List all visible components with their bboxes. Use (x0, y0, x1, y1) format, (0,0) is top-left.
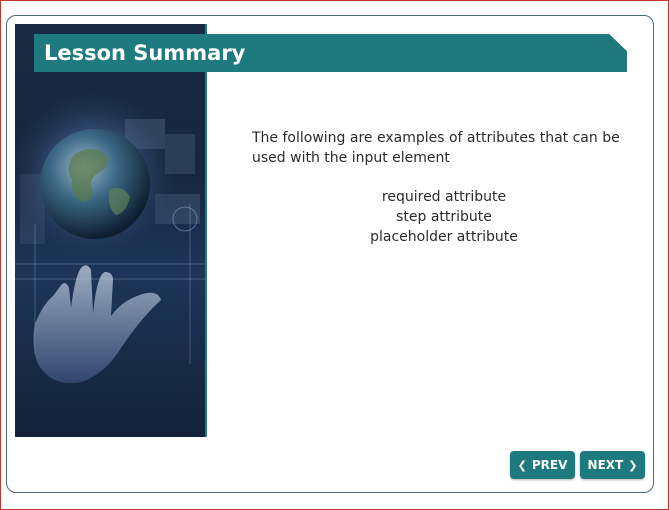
attribute-list: required attribute step attribute placeh… (252, 187, 636, 247)
prev-button-label: PREV (531, 458, 568, 472)
page-title: Lesson Summary (44, 41, 246, 65)
list-item: required attribute (381, 189, 507, 205)
list-item: placeholder attribute (370, 229, 518, 245)
next-button[interactable]: NEXT ❯ (580, 451, 645, 479)
lesson-content: The following are examples of attributes… (252, 128, 622, 247)
title-banner: Lesson Summary (34, 34, 627, 72)
prev-button[interactable]: ❮ PREV (510, 451, 575, 479)
intro-text: The following are examples of attributes… (252, 130, 620, 166)
next-button-label: NEXT (587, 458, 624, 472)
list-item: step attribute (396, 209, 492, 225)
chevron-right-icon: ❯ (628, 458, 638, 472)
hero-image-globe-hand (15, 24, 207, 437)
chevron-left-icon: ❮ (517, 458, 527, 472)
